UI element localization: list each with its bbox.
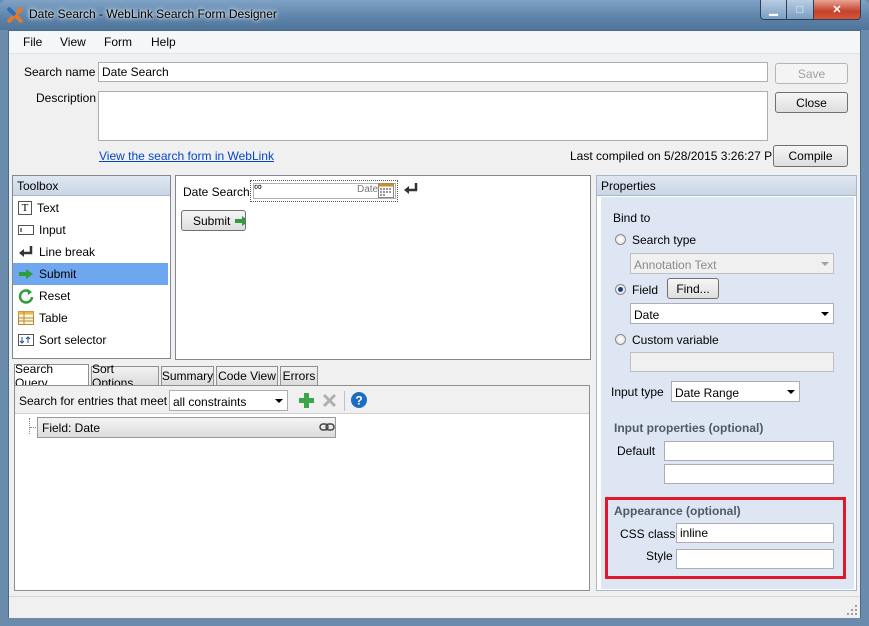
input-properties-title: Input properties (optional) bbox=[614, 421, 764, 435]
constraint-select-value: all constraints bbox=[173, 395, 247, 409]
toolbox-header: Toolbox bbox=[13, 176, 170, 196]
toolbox-item-label: Reset bbox=[39, 289, 71, 303]
text-icon: T bbox=[18, 201, 32, 215]
description-input[interactable] bbox=[98, 91, 768, 141]
delete-icon[interactable] bbox=[322, 393, 337, 408]
bind-to-label: Bind to bbox=[613, 211, 651, 225]
line-break-icon bbox=[18, 244, 34, 260]
find-button[interactable]: Find... bbox=[667, 278, 719, 299]
field-select[interactable]: Date bbox=[630, 303, 834, 324]
toolbox-item-line-break[interactable]: Line break bbox=[13, 241, 168, 263]
toolbox-item-reset[interactable]: Reset bbox=[13, 285, 168, 307]
chevron-down-icon bbox=[787, 389, 795, 394]
description-label: Description bbox=[36, 91, 97, 105]
toolbox-item-text[interactable]: T Text bbox=[13, 197, 168, 219]
toolbox-item-label: Sort selector bbox=[39, 333, 107, 347]
minimize-button[interactable]: ▁ bbox=[760, 0, 787, 20]
help-icon[interactable]: ? bbox=[350, 391, 368, 409]
menu-bar bbox=[9, 31, 860, 54]
app-icon bbox=[6, 6, 24, 24]
field-select-value: Date bbox=[634, 308, 660, 322]
resize-grip-icon[interactable] bbox=[846, 604, 858, 616]
close-window-button[interactable]: ✕ bbox=[813, 0, 861, 20]
menu-form[interactable]: Form bbox=[104, 35, 132, 49]
tab-sort-options[interactable]: Sort Options bbox=[91, 362, 159, 390]
toolbox-item-label: Submit bbox=[39, 267, 77, 281]
status-bar bbox=[9, 596, 860, 618]
constraint-select[interactable]: all constraints bbox=[169, 390, 288, 411]
date-hint: Date bbox=[357, 184, 379, 195]
chevron-down-icon bbox=[821, 311, 829, 316]
canvas-submit-button[interactable]: Submit bbox=[181, 210, 246, 231]
last-compiled-text: Last compiled on 5/28/2015 3:26:27 PM bbox=[570, 149, 783, 163]
view-in-weblink-link[interactable]: View the search form in WebLink bbox=[99, 149, 274, 163]
menu-view[interactable]: View bbox=[60, 35, 86, 49]
search-type-label[interactable]: Search type bbox=[632, 233, 696, 247]
field-radio[interactable] bbox=[615, 284, 626, 295]
field-node-label: Field: Date bbox=[42, 421, 101, 435]
toolbox-item-submit[interactable]: Submit bbox=[13, 263, 168, 285]
input-type-select[interactable]: Date Range bbox=[671, 381, 800, 402]
menu-help[interactable]: Help bbox=[151, 35, 176, 49]
table-icon bbox=[18, 310, 34, 326]
field-node[interactable]: Field: Date bbox=[37, 417, 336, 438]
tab-search-query[interactable]: Search Query bbox=[14, 362, 89, 390]
minimize-icon: ▁ bbox=[769, 4, 778, 16]
svg-text:?: ? bbox=[355, 394, 362, 408]
tab-errors[interactable]: Errors bbox=[280, 366, 318, 385]
custom-variable-label[interactable]: Custom variable bbox=[632, 333, 719, 347]
window-title: Date Search - WebLink Search Form Design… bbox=[29, 7, 277, 21]
search-query-panel bbox=[14, 385, 590, 591]
toolbar-divider bbox=[344, 391, 345, 411]
design-canvas[interactable] bbox=[175, 175, 591, 360]
custom-variable-input[interactable] bbox=[630, 352, 834, 372]
input-type-label: Input type bbox=[611, 385, 664, 399]
appearance-highlight-box bbox=[605, 497, 846, 579]
search-type-select-value: Annotation Text bbox=[634, 258, 717, 272]
search-for-label: Search for entries that meet bbox=[19, 394, 168, 408]
toolbox-item-label: Text bbox=[37, 201, 60, 215]
toolbox-item-label: Input bbox=[39, 223, 66, 237]
default-input[interactable] bbox=[664, 441, 834, 461]
tree-line bbox=[29, 418, 31, 434]
custom-variable-radio[interactable] bbox=[615, 334, 626, 345]
toolbox-item-sort-selector[interactable]: Sort selector bbox=[13, 329, 168, 351]
toolbox-item-input[interactable]: Input bbox=[13, 219, 168, 241]
compile-button[interactable]: Compile bbox=[773, 145, 848, 167]
toolbox-item-table[interactable]: Table bbox=[13, 307, 168, 329]
reset-icon bbox=[18, 288, 34, 304]
menu-file[interactable]: File bbox=[23, 35, 42, 49]
search-name-input[interactable]: Date Search bbox=[98, 62, 768, 82]
properties-header: Properties bbox=[597, 176, 856, 196]
toolbox-item-label: Line break bbox=[39, 245, 96, 259]
link-icon bbox=[319, 423, 335, 431]
close-button[interactable]: Close bbox=[775, 92, 848, 113]
search-name-label: Search name bbox=[24, 65, 96, 79]
submit-arrow-icon bbox=[235, 215, 245, 226]
chevron-down-icon bbox=[275, 398, 283, 403]
input-icon bbox=[18, 222, 34, 238]
sort-selector-icon bbox=[18, 332, 34, 348]
close-icon: ✕ bbox=[832, 4, 842, 16]
search-type-select[interactable]: Annotation Text bbox=[630, 253, 834, 274]
add-icon[interactable] bbox=[298, 392, 315, 409]
submit-arrow-icon bbox=[18, 266, 34, 282]
field-label[interactable]: Field bbox=[632, 283, 658, 297]
calendar-icon[interactable] bbox=[378, 183, 394, 198]
maximize-icon: □ bbox=[796, 3, 804, 16]
toolbox-item-label: Table bbox=[39, 311, 68, 325]
canvas-field-label[interactable]: Date Search bbox=[183, 185, 250, 199]
search-type-radio[interactable] bbox=[615, 234, 626, 245]
canvas-submit-label: Submit bbox=[193, 213, 231, 228]
chevron-down-icon bbox=[821, 261, 829, 266]
line-break-icon bbox=[404, 183, 418, 194]
default-input-secondary[interactable] bbox=[664, 464, 834, 484]
input-type-select-value: Date Range bbox=[675, 386, 740, 400]
tab-code-view[interactable]: Code View bbox=[216, 366, 278, 385]
maximize-button[interactable]: □ bbox=[786, 0, 814, 20]
default-label: Default bbox=[617, 444, 656, 458]
tab-summary[interactable]: Summary bbox=[161, 366, 214, 385]
infinity-icon: ∞ bbox=[254, 181, 262, 193]
save-button[interactable]: Save bbox=[775, 63, 848, 84]
